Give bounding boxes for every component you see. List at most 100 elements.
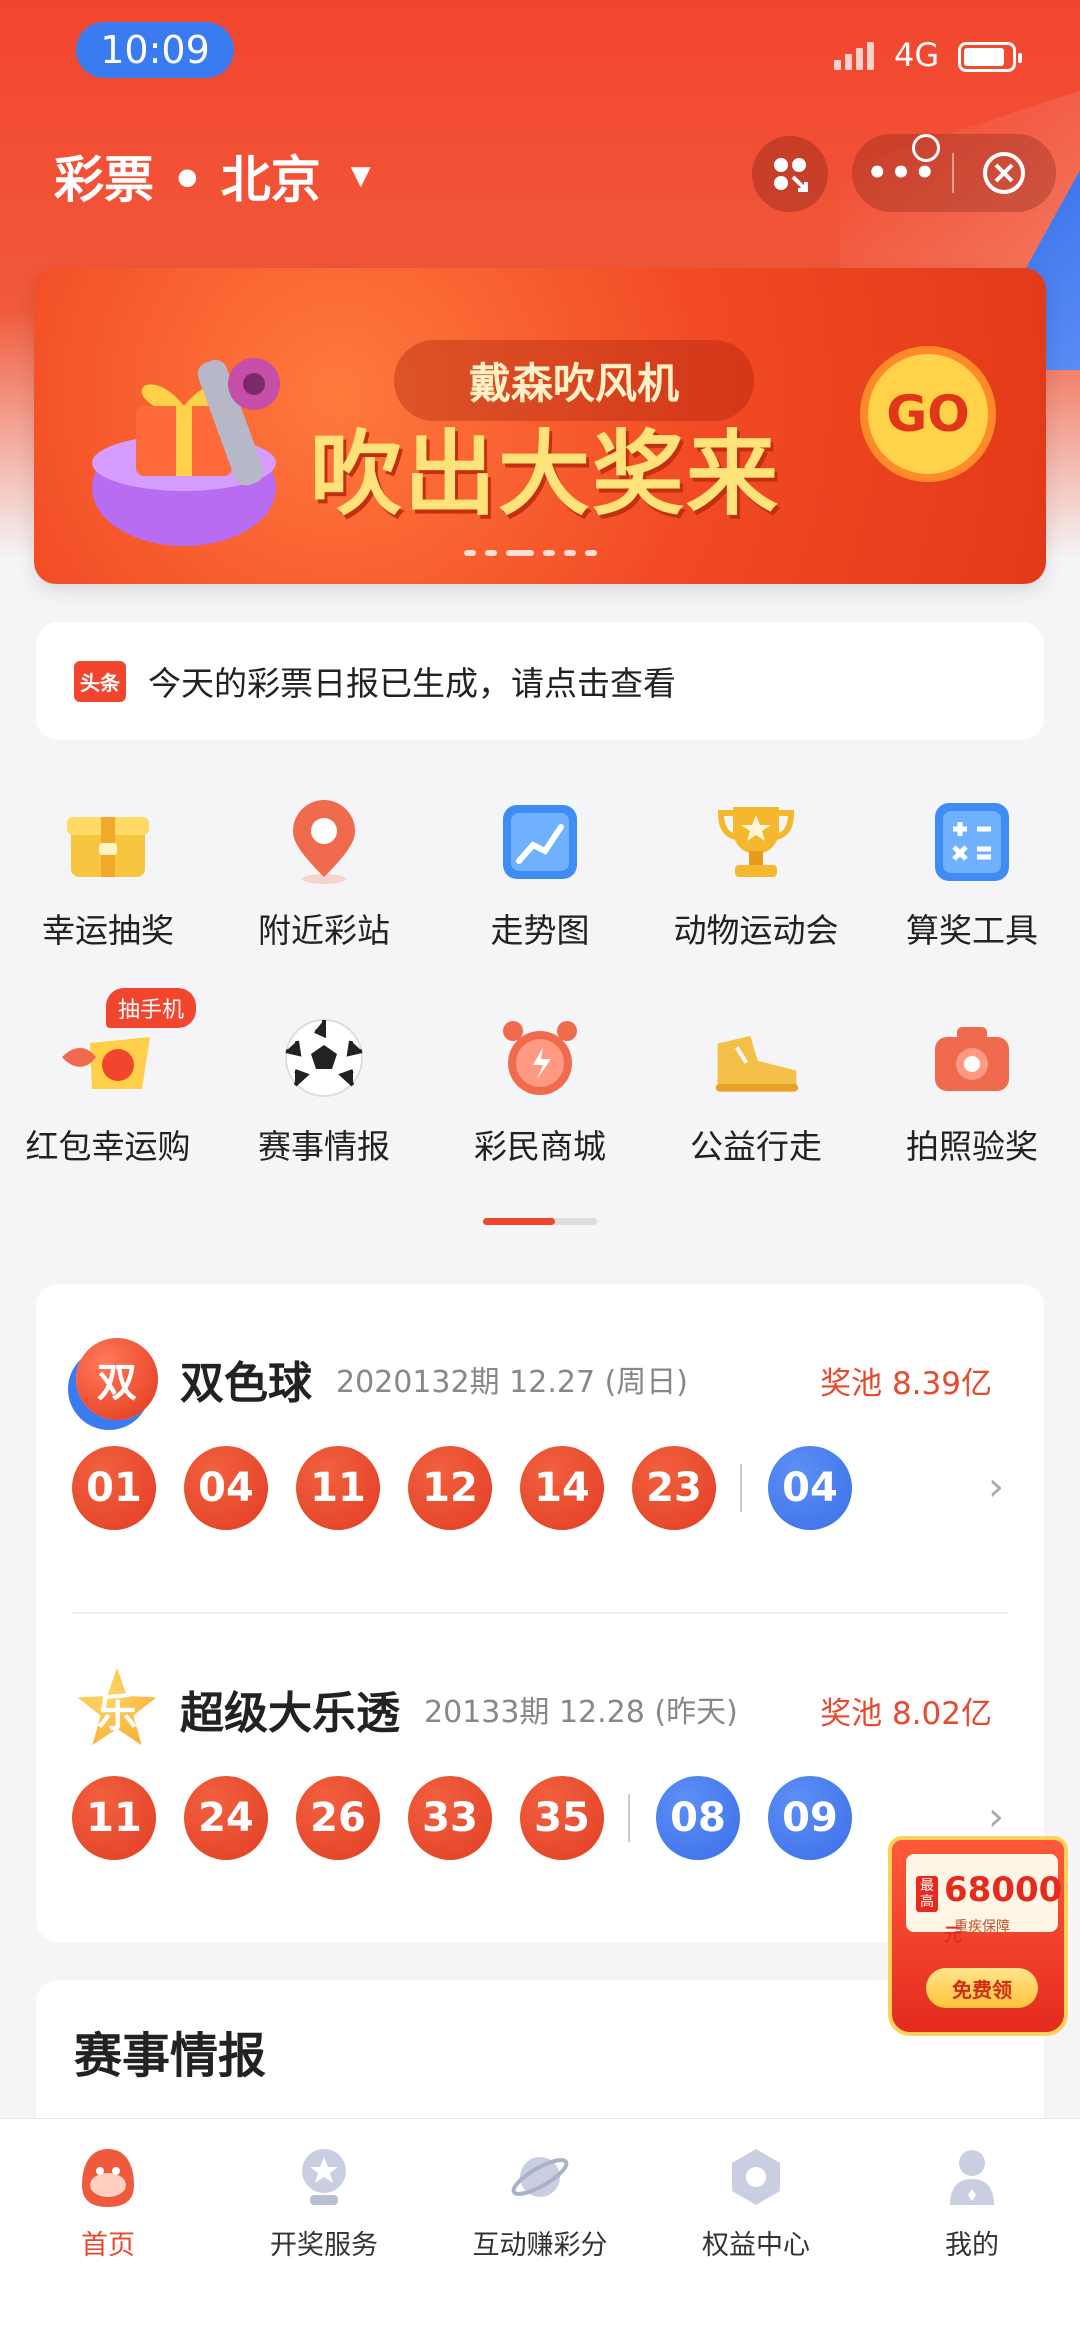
nav-label: 首页: [81, 2230, 135, 2261]
promo-claim-button[interactable]: 免费领: [926, 1968, 1038, 2008]
grid-row: 抽手机 红包幸运购 赛事情报 彩民商城 公益行走 拍照验奖: [0, 988, 1080, 1218]
nav-label: 开奖服务: [270, 2230, 378, 2261]
grid-pager: [483, 1218, 597, 1225]
daily-headline[interactable]: 头条 今天的彩票日报已生成，请点击查看: [36, 622, 1044, 740]
close-icon: [983, 152, 1025, 194]
function-grid: 幸运抽奖 附近彩站 走势图 动物运动会 算奖工具 抽手机 红包幸运购 赛事情报 …: [0, 786, 1080, 1218]
lottery-name: 超级大乐透: [180, 1688, 400, 1739]
winning-numbers: 11 24 26 33 35 08 09: [72, 1776, 880, 1860]
tab-draw-service[interactable]: 开奖服务: [216, 2119, 432, 2337]
banner-go-button[interactable]: GO: [860, 346, 996, 482]
nav-label: 我的: [945, 2230, 999, 2261]
grid-label: 幸运抽奖: [42, 911, 174, 950]
grid-item-animal-games[interactable]: 动物运动会: [648, 786, 864, 1002]
camera-icon: [924, 1010, 1020, 1106]
grid-item-lottery-mall[interactable]: 彩民商城: [432, 1002, 648, 1218]
grid-item-match-info[interactable]: 赛事情报: [216, 1002, 432, 1218]
jackpot-pool: 奖池 8.39亿: [820, 1366, 992, 1402]
ball-separator: [740, 1464, 742, 1512]
grid-item-trend-chart[interactable]: 走势图: [432, 786, 648, 1002]
star-globe-icon: [292, 2145, 356, 2209]
grid-label: 彩民商城: [474, 1127, 606, 1166]
headline-tag: 头条: [74, 660, 126, 702]
red-ball: 01: [72, 1446, 156, 1530]
bottom-nav: 首页 开奖服务 互动赚彩分 权益中心 我的: [0, 2118, 1080, 2337]
grid-item-nearby-stations[interactable]: 附近彩站: [216, 786, 432, 1002]
grid-label: 拍照验奖: [906, 1127, 1038, 1166]
lottery-header: 双 双色球 2020132期 12.27 (周日): [76, 1334, 688, 1424]
promo-amount-panel: 最高 68000元 重疾保障: [906, 1854, 1062, 1946]
home-mascot-icon: [76, 2145, 140, 2209]
notification-dot-icon: [912, 134, 940, 162]
grid-label: 公益行走: [690, 1127, 822, 1166]
more-menu-button[interactable]: •••: [852, 153, 952, 193]
grid-label: 走势图: [490, 911, 590, 950]
divider: [72, 1612, 1008, 1614]
dlt-logo-icon: 乐: [77, 1668, 157, 1746]
insurance-promo-float[interactable]: 最高 68000元 重疾保障 免费领: [888, 1836, 1072, 2036]
nav-label: 权益中心: [702, 2230, 810, 2261]
promo-banner[interactable]: 戴森吹风机 吹出大奖来 GO: [34, 268, 1046, 584]
red-ball: 23: [632, 1446, 716, 1530]
red-ball: 11: [296, 1446, 380, 1530]
headline-text: 今天的彩票日报已生成，请点击查看: [148, 664, 676, 703]
blue-ball: 04: [768, 1446, 852, 1530]
ball-separator: [628, 1794, 630, 1842]
jackpot-pool: 奖池 8.02亿: [820, 1696, 992, 1732]
battery-icon: [958, 42, 1022, 72]
status-bar: 10:09 4G: [0, 0, 1080, 90]
trend-chart-icon: [492, 794, 588, 890]
grid-item-lucky-draw[interactable]: 幸运抽奖: [0, 786, 216, 1002]
grid-label: 赛事情报: [258, 1127, 390, 1166]
gift-box-icon: [92, 358, 280, 546]
chevron-down-icon: ▼: [350, 161, 371, 191]
blue-ball: 09: [768, 1776, 852, 1860]
red-ball: 04: [184, 1446, 268, 1530]
promo-card: 最高 68000元 重疾保障 免费领: [888, 1836, 1068, 2036]
red-ball: 33: [408, 1776, 492, 1860]
grid-item-prize-calculator[interactable]: 算奖工具: [864, 786, 1080, 1002]
grid-label: 红包幸运购: [25, 1127, 191, 1166]
red-ball: 26: [296, 1776, 380, 1860]
grid-item-red-packet[interactable]: 抽手机 红包幸运购: [0, 988, 216, 1218]
soccer-ball-icon: [276, 1010, 372, 1106]
tab-mine[interactable]: 我的: [864, 2119, 1080, 2337]
red-ball: 24: [184, 1776, 268, 1860]
mini-program-capsule: •••: [852, 134, 1056, 212]
tab-interactive-points[interactable]: 互动赚彩分: [432, 2119, 648, 2337]
section-title: 赛事情报: [74, 2028, 267, 2084]
grid-row: 幸运抽奖 附近彩站 走势图 动物运动会 算奖工具: [0, 786, 1080, 1002]
app-switch-button[interactable]: [752, 136, 828, 212]
location-pin-icon: [276, 794, 372, 890]
benefit-badge-icon: [724, 2145, 788, 2209]
signal-icon: [834, 42, 874, 70]
tab-home[interactable]: 首页: [0, 2119, 216, 2337]
close-button[interactable]: [954, 150, 1054, 196]
promo-tag: 最高: [916, 1876, 938, 1912]
grid-label: 算奖工具: [906, 911, 1038, 950]
network-type: 4G: [894, 36, 940, 74]
lottery-issue: 20133期 12.28 (昨天): [424, 1695, 738, 1730]
winning-numbers: 01 04 11 12 14 23 04: [72, 1446, 880, 1530]
nav-label: 互动赚彩分: [472, 2230, 608, 2261]
status-time: 10:09: [76, 22, 234, 78]
ssq-logo-icon: 双: [76, 1338, 158, 1420]
red-ball: 11: [72, 1776, 156, 1860]
sneaker-icon: [708, 1010, 804, 1106]
user-profile-icon: [940, 2145, 1004, 2209]
trophy-icon: [708, 794, 804, 890]
banner-pagination: [464, 550, 597, 556]
city-selector[interactable]: 彩票 • 北京 ▼: [54, 140, 371, 212]
chevron-right-icon: ›: [988, 1794, 1004, 1840]
grid-badge: 抽手机: [106, 988, 197, 1028]
promo-amount: 68000元: [944, 1870, 1063, 1946]
tab-benefits[interactable]: 权益中心: [648, 2119, 864, 2337]
blue-ball: 08: [656, 1776, 740, 1860]
grid-item-charity-walk[interactable]: 公益行走: [648, 1002, 864, 1218]
calculator-icon: [924, 794, 1020, 890]
page-title: 彩票 • 北京: [54, 151, 321, 209]
grid-item-photo-check[interactable]: 拍照验奖: [864, 1002, 1080, 1218]
red-ball: 12: [408, 1446, 492, 1530]
lottery-header: 乐 超级大乐透 20133期 12.28 (昨天): [76, 1664, 738, 1754]
red-ball: 14: [520, 1446, 604, 1530]
